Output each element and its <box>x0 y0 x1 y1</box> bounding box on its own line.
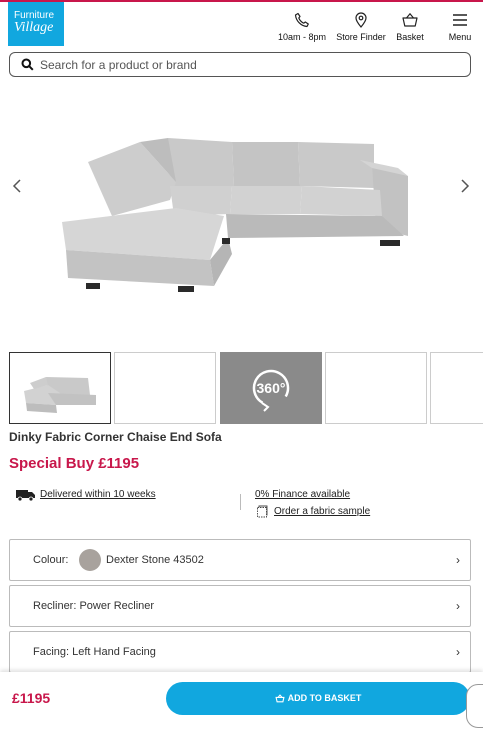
basket-link[interactable]: Basket <box>392 2 428 48</box>
thumbnail-1[interactable] <box>9 352 111 424</box>
hamburger-menu-icon <box>453 14 467 26</box>
thumbnail-5[interactable] <box>430 352 483 424</box>
add-to-basket-button[interactable]: ADD TO BASKET <box>166 682 470 715</box>
recliner-label: Recliner: Power Recliner <box>33 600 155 612</box>
search-input[interactable] <box>40 56 460 74</box>
store-finder-link[interactable]: Store Finder <box>334 2 388 48</box>
delivery-truck-icon <box>16 490 35 501</box>
search-icon <box>21 58 34 71</box>
thumbnail-sofa-image <box>24 377 96 413</box>
chevron-right-icon: › <box>456 553 460 567</box>
recliner-option[interactable]: Recliner: Power Recliner › <box>9 585 471 627</box>
product-title: Dinky Fabric Corner Chaise End Sofa <box>9 430 222 444</box>
brand-logo[interactable]: Furniture Village <box>8 2 64 46</box>
edge-tab <box>466 684 483 728</box>
colour-label: Colour: <box>33 554 69 566</box>
prev-image-arrow-icon[interactable] <box>10 178 26 194</box>
basket-label: Basket <box>396 32 424 42</box>
thumbnail-strip: 360° <box>9 352 483 425</box>
phone-icon <box>294 12 309 28</box>
menu-label: Menu <box>448 32 472 42</box>
info-divider <box>240 494 241 510</box>
search-bar[interactable] <box>9 52 471 77</box>
footer-price: £1195 <box>12 690 51 706</box>
menu-button[interactable]: Menu <box>444 2 476 48</box>
next-image-arrow-icon[interactable] <box>456 178 472 194</box>
facing-label: Facing: Left Hand Facing <box>33 646 156 658</box>
site-header: Furniture Village 10am - 8pm Store Finde… <box>0 2 483 48</box>
store-finder-label: Store Finder <box>336 32 386 42</box>
basket-icon <box>274 694 285 703</box>
phone-link[interactable]: 10am - 8pm <box>276 2 328 48</box>
add-to-basket-label: ADD TO BASKET <box>287 693 362 703</box>
colour-value: Dexter Stone 43502 <box>106 554 204 566</box>
brand-line2: Village <box>14 20 54 35</box>
delivery-link[interactable]: Delivered within 10 weeks <box>40 489 156 500</box>
thumbnail-360-view[interactable]: 360° <box>220 352 322 424</box>
facing-option[interactable]: Facing: Left Hand Facing › <box>9 631 471 673</box>
sticky-add-to-basket-bar: £1195 ADD TO BASKET <box>0 672 483 729</box>
basket-icon <box>402 12 418 27</box>
chevron-right-icon: › <box>456 645 460 659</box>
location-pin-icon <box>355 12 367 28</box>
badge-360-label: 360° <box>257 380 286 396</box>
thumbnail-2[interactable] <box>114 352 216 424</box>
product-image <box>0 90 483 340</box>
phone-hours-label: 10am - 8pm <box>277 32 327 42</box>
thumbnail-4[interactable] <box>325 352 427 424</box>
fabric-sample-link[interactable]: Order a fabric sample <box>274 506 370 517</box>
rotate-360-icon: 360° <box>252 369 290 412</box>
colour-swatch <box>79 549 101 571</box>
finance-link[interactable]: 0% Finance available <box>255 489 350 500</box>
product-price: Special Buy £1195 <box>9 455 140 472</box>
fabric-sample-icon <box>257 505 268 518</box>
colour-option[interactable]: Colour: Dexter Stone 43502 › <box>9 539 471 581</box>
chevron-right-icon: › <box>456 599 460 613</box>
